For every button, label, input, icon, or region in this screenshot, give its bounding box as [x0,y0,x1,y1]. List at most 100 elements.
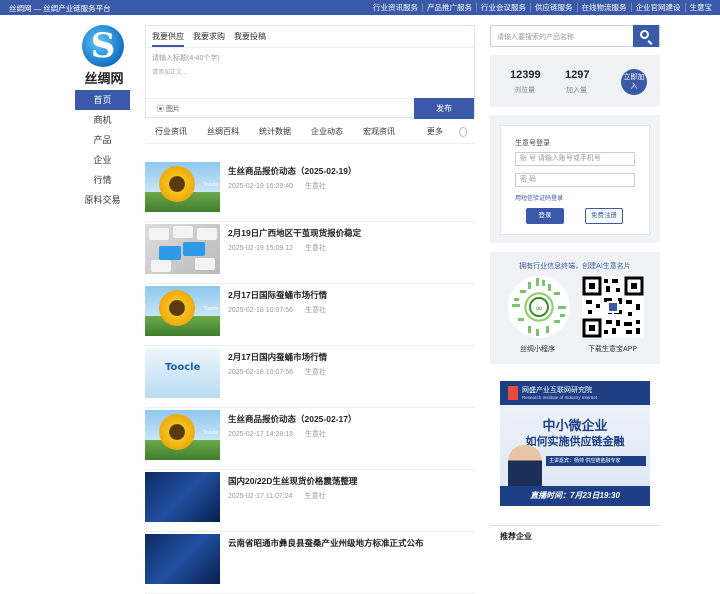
qr-panel: 拥有行业信息终端，创建AI生意名片 ∞ 丝绸小程序 下载生意宝APP [490,252,660,364]
institute-logo-icon [508,386,518,400]
list-item[interactable]: 2月19日广西地区干茧现货报价稳定 2025-02-19 15:09:12 生意社 [145,222,475,284]
banner-speaker: 主讲嘉宾：杨帅 供应链金融专家 [546,456,646,466]
news-title[interactable]: 2月17日国内蚕蛹市场行情 [228,351,327,363]
top-link[interactable]: 行业资讯服务 [369,3,422,12]
site-name[interactable]: 丝绸网 [82,68,126,87]
joined-count: 1297 [565,69,590,81]
news-title[interactable]: 2月17日国际蚕蛹市场行情 [228,289,327,301]
news-title[interactable]: 生丝商品报价动态（2025-02-17） [228,413,356,425]
news-meta: 2025-02-19 16:29:40 生意社 [228,183,326,190]
news-list: Toocle 生丝商品报价动态（2025-02-19） 2025-02-19 1… [145,160,475,594]
post-title-input[interactable]: 请输入标题(4-40个字) [152,53,220,63]
tab-silk-wiki[interactable]: 丝绸百科 [197,126,249,143]
category-tabs: 行业资讯 丝绸百科 统计数据 企业动态 宏观资讯 更多 [145,126,475,144]
news-thumbnail[interactable] [145,472,220,522]
top-link[interactable]: 生意宝 [684,3,717,12]
app-download-caption: 下载生意宝APP [588,346,638,353]
login-form: 生意号登录 账 号 请输入账号或手机号 密 码 用短信验证码登录 登录 免费注册 [500,125,650,235]
picture-button[interactable]: ▣ 图片 [157,104,180,114]
login-heading: 生意号登录 [515,140,550,147]
top-link[interactable]: 供应链服务 [530,3,577,12]
search-icon [640,30,649,39]
tab-company-news[interactable]: 企业动态 [301,126,353,143]
nav-item-companies[interactable]: 企业 [75,150,130,170]
password-field[interactable]: 密 码 [515,173,635,187]
top-link[interactable]: 产品推广服务 [422,3,476,12]
list-item[interactable]: Toocle 2月17日国内蚕蛹市场行情 2025-02-18 10:07:56… [145,346,475,408]
search-box: 请输入要搜索的产品名称 [490,25,660,47]
nav-item-materials[interactable]: 原料交易 [75,190,130,210]
recommended-companies-heading: 推荐企业 [490,525,660,541]
news-thumbnail[interactable] [145,224,220,274]
more-button[interactable]: 更多 [415,126,467,137]
tab-submit-article[interactable]: 我要投稿 [234,26,266,47]
news-thumbnail[interactable] [145,534,220,584]
post-content-input[interactable]: 请添加正文... [152,67,187,76]
nav-item-home[interactable]: 首页 [75,90,130,110]
search-input[interactable]: 请输入要搜索的产品名称 [497,32,574,42]
mini-program-code: ∞ [512,278,566,336]
app-download-qr [582,276,644,338]
list-item[interactable]: Toocle 生丝商品报价动态（2025-02-17） 2025-02-17 1… [145,408,475,470]
post-toolbar: ▣ 图片 [146,98,416,118]
tab-macro-news[interactable]: 宏观资讯 [353,126,405,143]
news-thumbnail[interactable]: Toocle [145,348,220,398]
top-links: 行业资讯服务 产品推广服务 行业会议服务 供应链服务 在线物流服务 企业官网建设… [369,3,716,12]
top-link[interactable]: 行业会议服务 [476,3,530,12]
views-label: 浏览量 [514,87,535,94]
list-item[interactable]: Toocle 生丝商品报价动态（2025-02-19） 2025-02-19 1… [145,160,475,222]
post-tabs: 我要供应 我要求购 我要投稿 [146,26,474,48]
site-slogan: 丝绸网 — 丝绸产业链服务平台 [9,4,111,13]
news-title[interactable]: 国内20/22D生丝现货价格震荡整理 [228,475,357,487]
top-bar: 丝绸网 — 丝绸产业链服务平台 行业资讯服务 产品推广服务 行业会议服务 供应链… [0,0,720,15]
news-thumbnail[interactable]: Toocle [145,410,220,460]
login-panel: 生意号登录 账 号 请输入账号或手机号 密 码 用短信验证码登录 登录 免费注册 [490,115,660,243]
search-button[interactable] [633,25,659,47]
nav-item-business[interactable]: 商机 [75,110,130,130]
stats-panel: 12399 浏览量 1297 加入量 立即加入 [490,55,660,107]
qr-code-icon [582,276,644,338]
publish-button[interactable]: 发布 [414,98,474,119]
tab-statistics[interactable]: 统计数据 [249,126,301,143]
join-button[interactable]: 立即加入 [621,69,647,95]
left-nav: 首页 商机 产品 企业 行情 原料交易 [75,90,130,210]
nav-item-market[interactable]: 行情 [75,170,130,190]
news-meta: 2025-02-18 10:07:56 生意社 [228,369,326,376]
register-button[interactable]: 免费注册 [585,208,623,224]
post-panel: 我要供应 我要求购 我要投稿 请输入标题(4-40个字) 请添加正文... ▣ … [145,25,475,119]
news-thumbnail[interactable]: Toocle [145,286,220,336]
views-count: 12399 [510,69,541,81]
mini-program-qr-icon: ∞ [508,276,570,338]
tab-industry-news[interactable]: 行业资讯 [145,126,197,143]
list-item[interactable]: 云南省昭通市彝良县蚕桑产业州级地方标准正式公布 [145,532,475,594]
chevron-circle-icon [458,126,467,137]
tab-purchase[interactable]: 我要求购 [193,26,225,47]
speaker-photo [508,445,542,489]
news-title[interactable]: 2月19日广西地区干茧现货报价稳定 [228,227,361,239]
news-title[interactable]: 云南省昭通市彝良县蚕桑产业州级地方标准正式公布 [228,537,424,549]
banner-time: 直播时间：7月23日19:30 [500,486,650,506]
sms-login-link[interactable]: 用短信验证码登录 [515,193,563,202]
top-link[interactable]: 在线物流服务 [576,3,631,12]
tab-supply[interactable]: 我要供应 [152,26,184,47]
banner-title-line1: 中小微企业 [542,418,608,433]
login-button[interactable]: 登录 [526,208,564,224]
mini-program-caption: 丝绸小程序 [520,346,555,353]
promo-banner[interactable]: 网盛产业互联网研究院 Research Institute of Industr… [500,381,650,506]
account-field[interactable]: 账 号 请输入账号或手机号 [515,152,635,166]
list-item[interactable]: Toocle 2月17日国际蚕蛹市场行情 2025-02-18 10:07:56… [145,284,475,346]
news-meta: 2025-02-18 10:07:56 生意社 [228,307,326,314]
news-meta: 2025-02-19 15:09:12 生意社 [228,245,326,252]
top-link[interactable]: 企业官网建设 [630,3,685,12]
banner-header: 网盛产业互联网研究院 Research Institute of Industr… [500,381,650,405]
list-item[interactable]: 国内20/22D生丝现货价格震荡整理 2025-02-17 11:07:24 生意… [145,470,475,532]
joined-label: 加入量 [566,87,587,94]
image-icon: ▣ [157,106,166,113]
svg-text:∞: ∞ [535,304,543,314]
site-logo-icon[interactable]: S [82,25,124,67]
nav-item-products[interactable]: 产品 [75,130,130,150]
news-title[interactable]: 生丝商品报价动态（2025-02-19） [228,165,356,177]
news-thumbnail[interactable]: Toocle [145,162,220,212]
news-meta: 2025-02-17 14:28:18 生意社 [228,431,326,438]
qr-heading[interactable]: 拥有行业信息终端，创建AI生意名片 [490,261,660,271]
